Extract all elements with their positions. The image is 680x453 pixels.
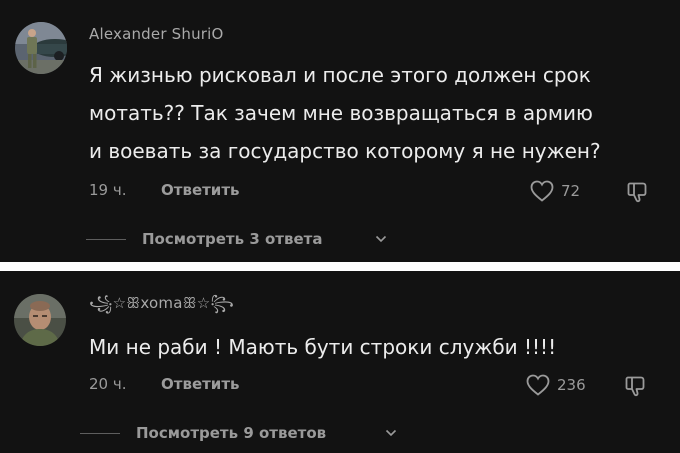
timestamp: 19 ч. — [89, 181, 127, 199]
comment-text: Я жизнью рисковал и после этого должен с… — [89, 63, 601, 163]
like-count: 72 — [561, 182, 581, 200]
comment-card: ꧁☆ꕥxomaꕥ☆꧂ Ми не раби ! Мають бути строк… — [0, 271, 680, 453]
view-replies-label: Посмотреть 3 ответа — [142, 230, 323, 248]
comment-card: Alexander ShuriO Я жизнью рисковал и пос… — [0, 0, 680, 262]
divider — [86, 239, 126, 240]
reply-button[interactable]: Ответить — [161, 375, 240, 393]
chevron-down-icon — [385, 429, 397, 437]
heart-outline-icon — [526, 374, 550, 396]
like-count: 236 — [557, 376, 586, 394]
reply-button[interactable]: Ответить — [161, 181, 240, 199]
heart-outline-icon — [530, 180, 554, 202]
divider — [80, 433, 120, 434]
username[interactable]: Alexander ShuriO — [89, 25, 224, 43]
timestamp: 20 ч. — [89, 375, 127, 393]
dislike-icon[interactable] — [626, 180, 650, 204]
comment-text: Ми не раби ! Мають бути строки служби !!… — [89, 335, 557, 359]
view-replies-label: Посмотреть 9 ответов — [136, 424, 327, 442]
avatar[interactable] — [15, 22, 67, 74]
username[interactable]: ꧁☆ꕥxomaꕥ☆꧂ — [89, 291, 234, 322]
avatar[interactable] — [14, 294, 66, 346]
dislike-icon[interactable] — [624, 374, 648, 398]
chevron-down-icon — [375, 235, 387, 243]
